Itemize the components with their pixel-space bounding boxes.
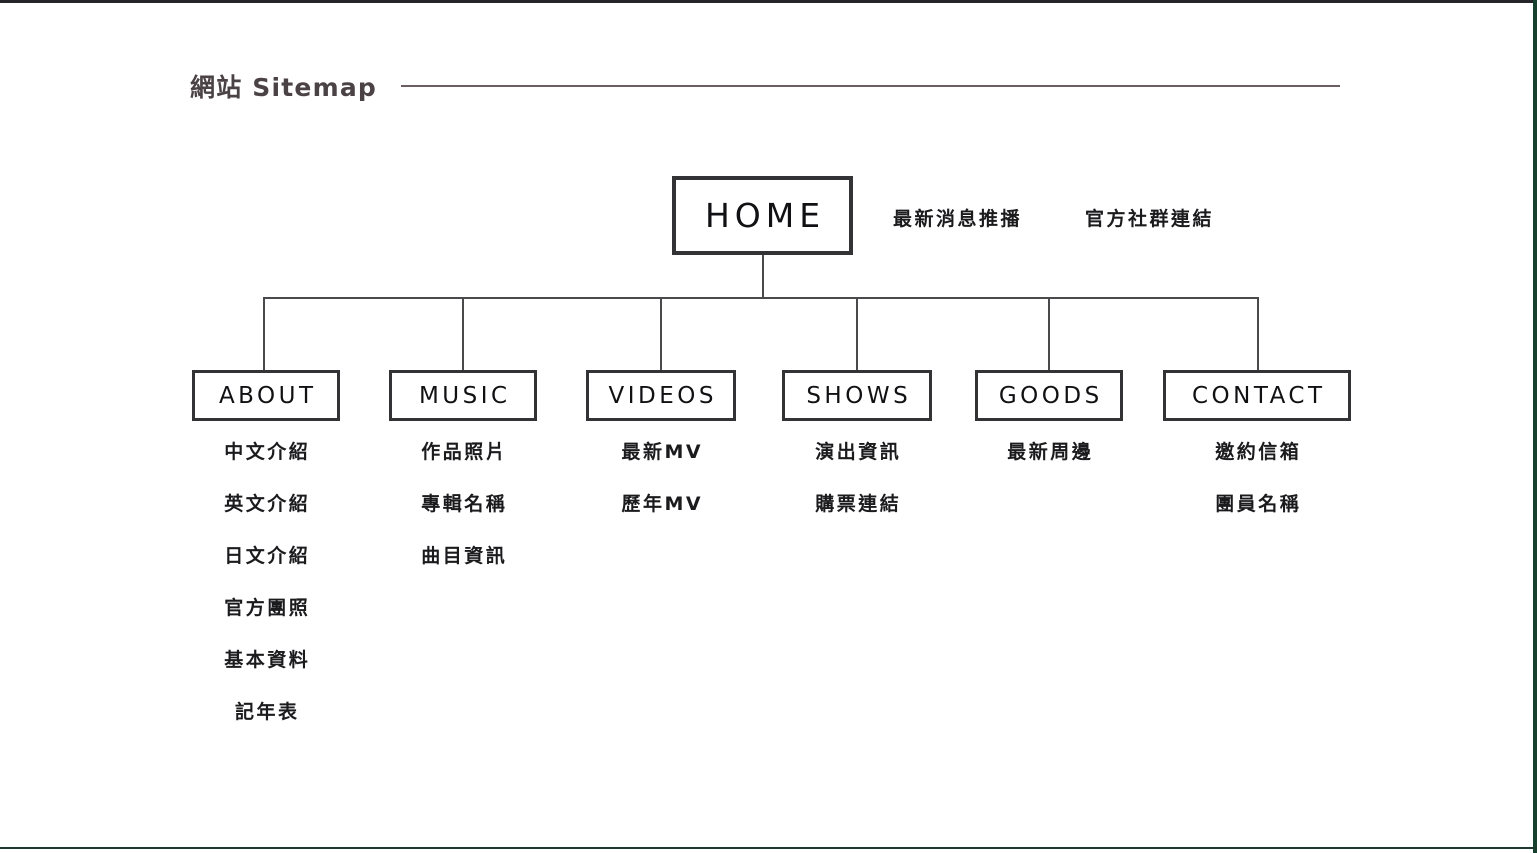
list-item[interactable]: 最新周邊 — [1005, 443, 1094, 462]
page-frame-right-border — [1533, 0, 1537, 853]
list-item[interactable]: 中文介紹 — [222, 443, 311, 462]
connector-horizontal-bus — [263, 297, 1259, 299]
node-music[interactable]: MUSIC — [389, 370, 537, 421]
connector-drop-contact — [1257, 297, 1259, 370]
section-goods-children: 最新周邊 — [975, 443, 1123, 462]
list-item[interactable]: 演出資訊 — [813, 443, 902, 462]
node-goods[interactable]: GOODS — [975, 370, 1123, 421]
node-goods-label: GOODS — [998, 382, 1103, 409]
section-shows-children: 演出資訊 購票連結 — [782, 443, 932, 514]
connector-drop-goods — [1048, 297, 1050, 370]
list-item[interactable]: 作品照片 — [419, 443, 508, 462]
list-item[interactable]: 英文介紹 — [222, 495, 311, 514]
list-item[interactable]: 官方團照 — [222, 599, 311, 618]
section-videos: VIDEOS 最新MV 歷年MV — [586, 370, 736, 514]
connector-drop-videos — [660, 297, 662, 370]
section-shows: SHOWS 演出資訊 購票連結 — [782, 370, 932, 514]
node-videos-label: VIDEOS — [608, 382, 717, 409]
node-contact[interactable]: CONTACT — [1163, 370, 1351, 421]
section-goods: GOODS 最新周邊 — [975, 370, 1123, 462]
node-home[interactable]: HOME — [672, 176, 853, 255]
node-music-label: MUSIC — [418, 382, 511, 409]
list-item[interactable]: 記年表 — [232, 703, 299, 722]
home-extra-news[interactable]: 最新消息推播 — [893, 204, 1022, 231]
connector-drop-about — [263, 297, 265, 370]
section-music-children: 作品照片 專輯名稱 曲目資訊 — [389, 443, 537, 566]
home-extra-social[interactable]: 官方社群連結 — [1085, 204, 1214, 231]
page-title: 網站 Sitemap — [190, 73, 378, 102]
sitemap-page: 網站 Sitemap HOME 最新消息推播 官方社群連結 ABOUT 中文介紹… — [0, 0, 1537, 853]
node-contact-label: CONTACT — [1191, 382, 1326, 409]
node-about-label: ABOUT — [218, 382, 317, 409]
list-item[interactable]: 邀約信箱 — [1213, 443, 1302, 462]
connector-drop-music — [462, 297, 464, 370]
page-frame-top-border — [0, 0, 1537, 3]
page-header: 網站 Sitemap — [190, 68, 1340, 104]
header-divider-rule — [401, 85, 1340, 87]
list-item[interactable]: 購票連結 — [813, 495, 902, 514]
section-about-children: 中文介紹 英文介紹 日文介紹 官方團照 基本資料 記年表 — [192, 443, 340, 722]
connector-drop-shows — [856, 297, 858, 370]
node-shows-label: SHOWS — [806, 382, 912, 409]
list-item[interactable]: 基本資料 — [222, 651, 311, 670]
page-frame-bottom-border — [0, 847, 1537, 849]
list-item[interactable]: 專輯名稱 — [419, 495, 508, 514]
list-item[interactable]: 曲目資訊 — [419, 547, 508, 566]
section-contact-children: 邀約信箱 團員名稱 — [1163, 443, 1351, 514]
section-videos-children: 最新MV 歷年MV — [586, 443, 736, 514]
node-about[interactable]: ABOUT — [192, 370, 340, 421]
node-videos[interactable]: VIDEOS — [586, 370, 736, 421]
connector-home-stem — [762, 255, 764, 298]
list-item[interactable]: 最新MV — [619, 443, 703, 462]
section-contact: CONTACT 邀約信箱 團員名稱 — [1163, 370, 1351, 514]
section-about: ABOUT 中文介紹 英文介紹 日文介紹 官方團照 基本資料 記年表 — [192, 370, 340, 722]
list-item[interactable]: 日文介紹 — [222, 547, 311, 566]
node-home-label: HOME — [704, 196, 826, 235]
section-music: MUSIC 作品照片 專輯名稱 曲目資訊 — [389, 370, 537, 566]
list-item[interactable]: 歷年MV — [619, 495, 703, 514]
node-shows[interactable]: SHOWS — [782, 370, 932, 421]
list-item[interactable]: 團員名稱 — [1213, 495, 1302, 514]
